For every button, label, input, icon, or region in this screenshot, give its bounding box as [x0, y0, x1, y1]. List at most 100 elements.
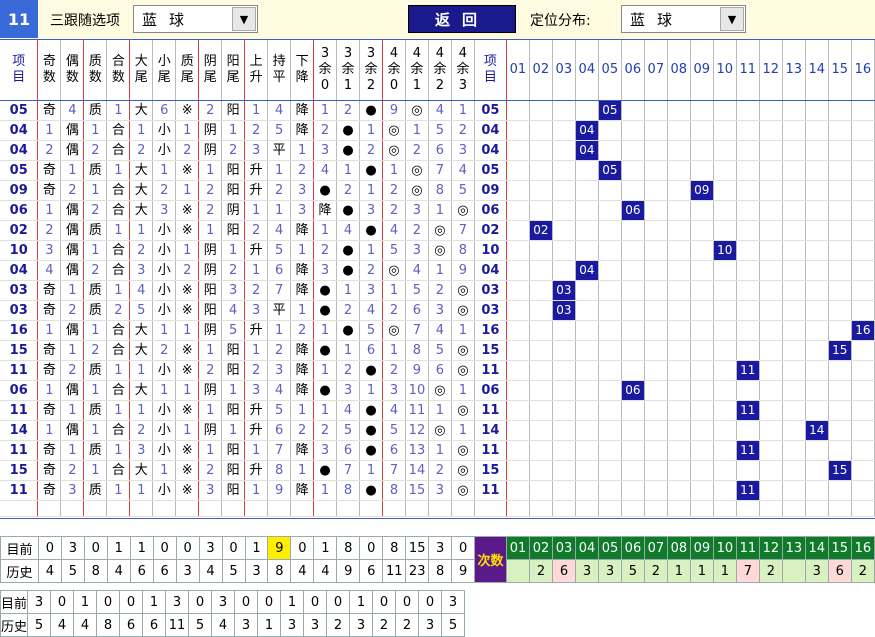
dist-summary-cell: 3 — [804, 559, 829, 583]
dist-cell — [575, 100, 599, 121]
cell: 3 — [359, 280, 383, 301]
cell: 2 — [244, 120, 269, 141]
row-number-right: 14 — [474, 420, 507, 441]
cell: ● — [313, 380, 338, 401]
cell: 2 — [198, 100, 223, 121]
dist-cell — [621, 320, 645, 341]
cell: ※ — [175, 480, 200, 501]
cell: 小 — [152, 260, 177, 281]
dist-mark: 15 — [828, 460, 851, 480]
dist-cell — [621, 220, 645, 241]
dist-cell — [575, 400, 599, 421]
dist-cell — [552, 480, 576, 501]
summary-cell: 8 — [267, 559, 292, 583]
dist-cell — [667, 280, 691, 301]
table-row: 06 1 偶 1 合大 1 1 阴 1 3 4 降 ● 3 1 3 10 ◎ 1 06 06 — [0, 380, 875, 401]
cell: 偶 — [60, 120, 85, 141]
cell: 1 — [382, 280, 406, 301]
summary-cell: 3 — [175, 559, 200, 583]
cell: 偶 — [60, 260, 85, 281]
summary-cell: 6 — [129, 559, 154, 583]
cell: 2 — [290, 160, 315, 181]
cell: 2 — [83, 140, 108, 161]
dist-mark: 05 — [598, 160, 621, 180]
position-dist-label: 定位分布: — [530, 13, 591, 29]
chevron-down-icon[interactable]: ▼ — [232, 7, 256, 31]
cell: 1 — [83, 420, 108, 441]
dist-summary-cell: 6 — [552, 559, 576, 583]
dist-cell — [690, 240, 714, 261]
dist-summary-cell: 2 — [850, 559, 875, 583]
cell: 3 — [290, 200, 315, 221]
dist-cell — [851, 300, 875, 321]
dist-cell: 04 — [575, 120, 599, 141]
table-row: 16 1 偶 1 合大 1 1 阴 5 升 1 2 1 ● 5 ◎ 7 4 1 16 16 — [0, 320, 875, 341]
table-row: 15 奇 1 2 合大 2 ※ 1 阳 1 2 降 ● 1 6 1 8 5 ◎ 15 15 — [0, 340, 875, 361]
dist-cell — [690, 380, 714, 401]
col-header: 阴尾 — [203, 53, 217, 85]
cell: 8 — [405, 340, 429, 361]
dist-cell — [713, 360, 737, 381]
dist-cell — [713, 280, 737, 301]
cell: 4 — [382, 220, 406, 241]
dist-mark: 04 — [575, 120, 598, 140]
dist-cell — [782, 240, 806, 261]
dist-summary-header: 13 — [781, 536, 806, 560]
dist-cell — [529, 140, 553, 161]
row-number-right: 11 — [474, 480, 507, 501]
dist-cell — [690, 120, 714, 141]
cell: 5 — [451, 180, 475, 201]
cell: 质 — [83, 220, 108, 241]
dist-cell — [828, 440, 852, 461]
follow-option-select[interactable]: 蓝球 ▼ — [133, 5, 258, 33]
cell: 3 — [37, 240, 62, 261]
dist-col-header: 12 — [759, 40, 783, 101]
summary-cell: 5 — [221, 559, 246, 583]
dist-col-header: 13 — [782, 40, 806, 101]
cell: 2 — [451, 120, 475, 141]
col-header: 4余1 — [410, 45, 424, 93]
cell: 1 — [83, 240, 108, 261]
cell: 降 — [290, 220, 315, 241]
cell: 5 — [428, 340, 452, 361]
dist-cell — [690, 160, 714, 181]
row-number: 11 — [0, 480, 39, 501]
col-header: 项目 — [483, 53, 497, 85]
dist-cell — [713, 120, 737, 141]
cell: 奇 — [37, 440, 62, 461]
cell: 1 — [60, 440, 85, 461]
chevron-down-icon[interactable]: ▼ — [720, 7, 744, 31]
cell: ※ — [175, 460, 200, 481]
dist-cell — [575, 200, 599, 221]
cell: 2 — [405, 140, 429, 161]
dist-mark: 03 — [552, 300, 575, 320]
cell: 降 — [290, 260, 315, 281]
dist-cell — [736, 180, 760, 201]
back-button[interactable]: 返回 — [408, 5, 516, 33]
summary2-cell: 1 — [349, 590, 374, 614]
cell: 1 — [451, 100, 475, 121]
cell: 小 — [152, 360, 177, 381]
cell: 3 — [60, 480, 85, 501]
dist-cell — [736, 460, 760, 481]
summary2-cell: 0 — [119, 590, 144, 614]
cell: 4 — [221, 300, 246, 321]
cell: 阳 — [198, 300, 223, 321]
position-dist-select[interactable]: 蓝球 ▼ — [621, 5, 746, 33]
dist-cell — [759, 180, 783, 201]
cell: 2 — [382, 180, 406, 201]
dist-cell — [529, 400, 553, 421]
label-current: 目前 — [0, 536, 39, 560]
summary2-cell: 3 — [280, 613, 305, 637]
summary-cell: 3 — [60, 536, 85, 560]
cell: 11 — [405, 400, 429, 421]
dist-cell — [621, 120, 645, 141]
cell: 2 — [313, 120, 338, 141]
dist-cell — [552, 320, 576, 341]
cell: ◎ — [405, 100, 429, 121]
dist-cell — [759, 340, 783, 361]
cell: 2 — [83, 200, 108, 221]
cell: 1 — [106, 100, 131, 121]
summary2-cell: 6 — [119, 613, 144, 637]
summary2-cell: 2 — [372, 613, 397, 637]
